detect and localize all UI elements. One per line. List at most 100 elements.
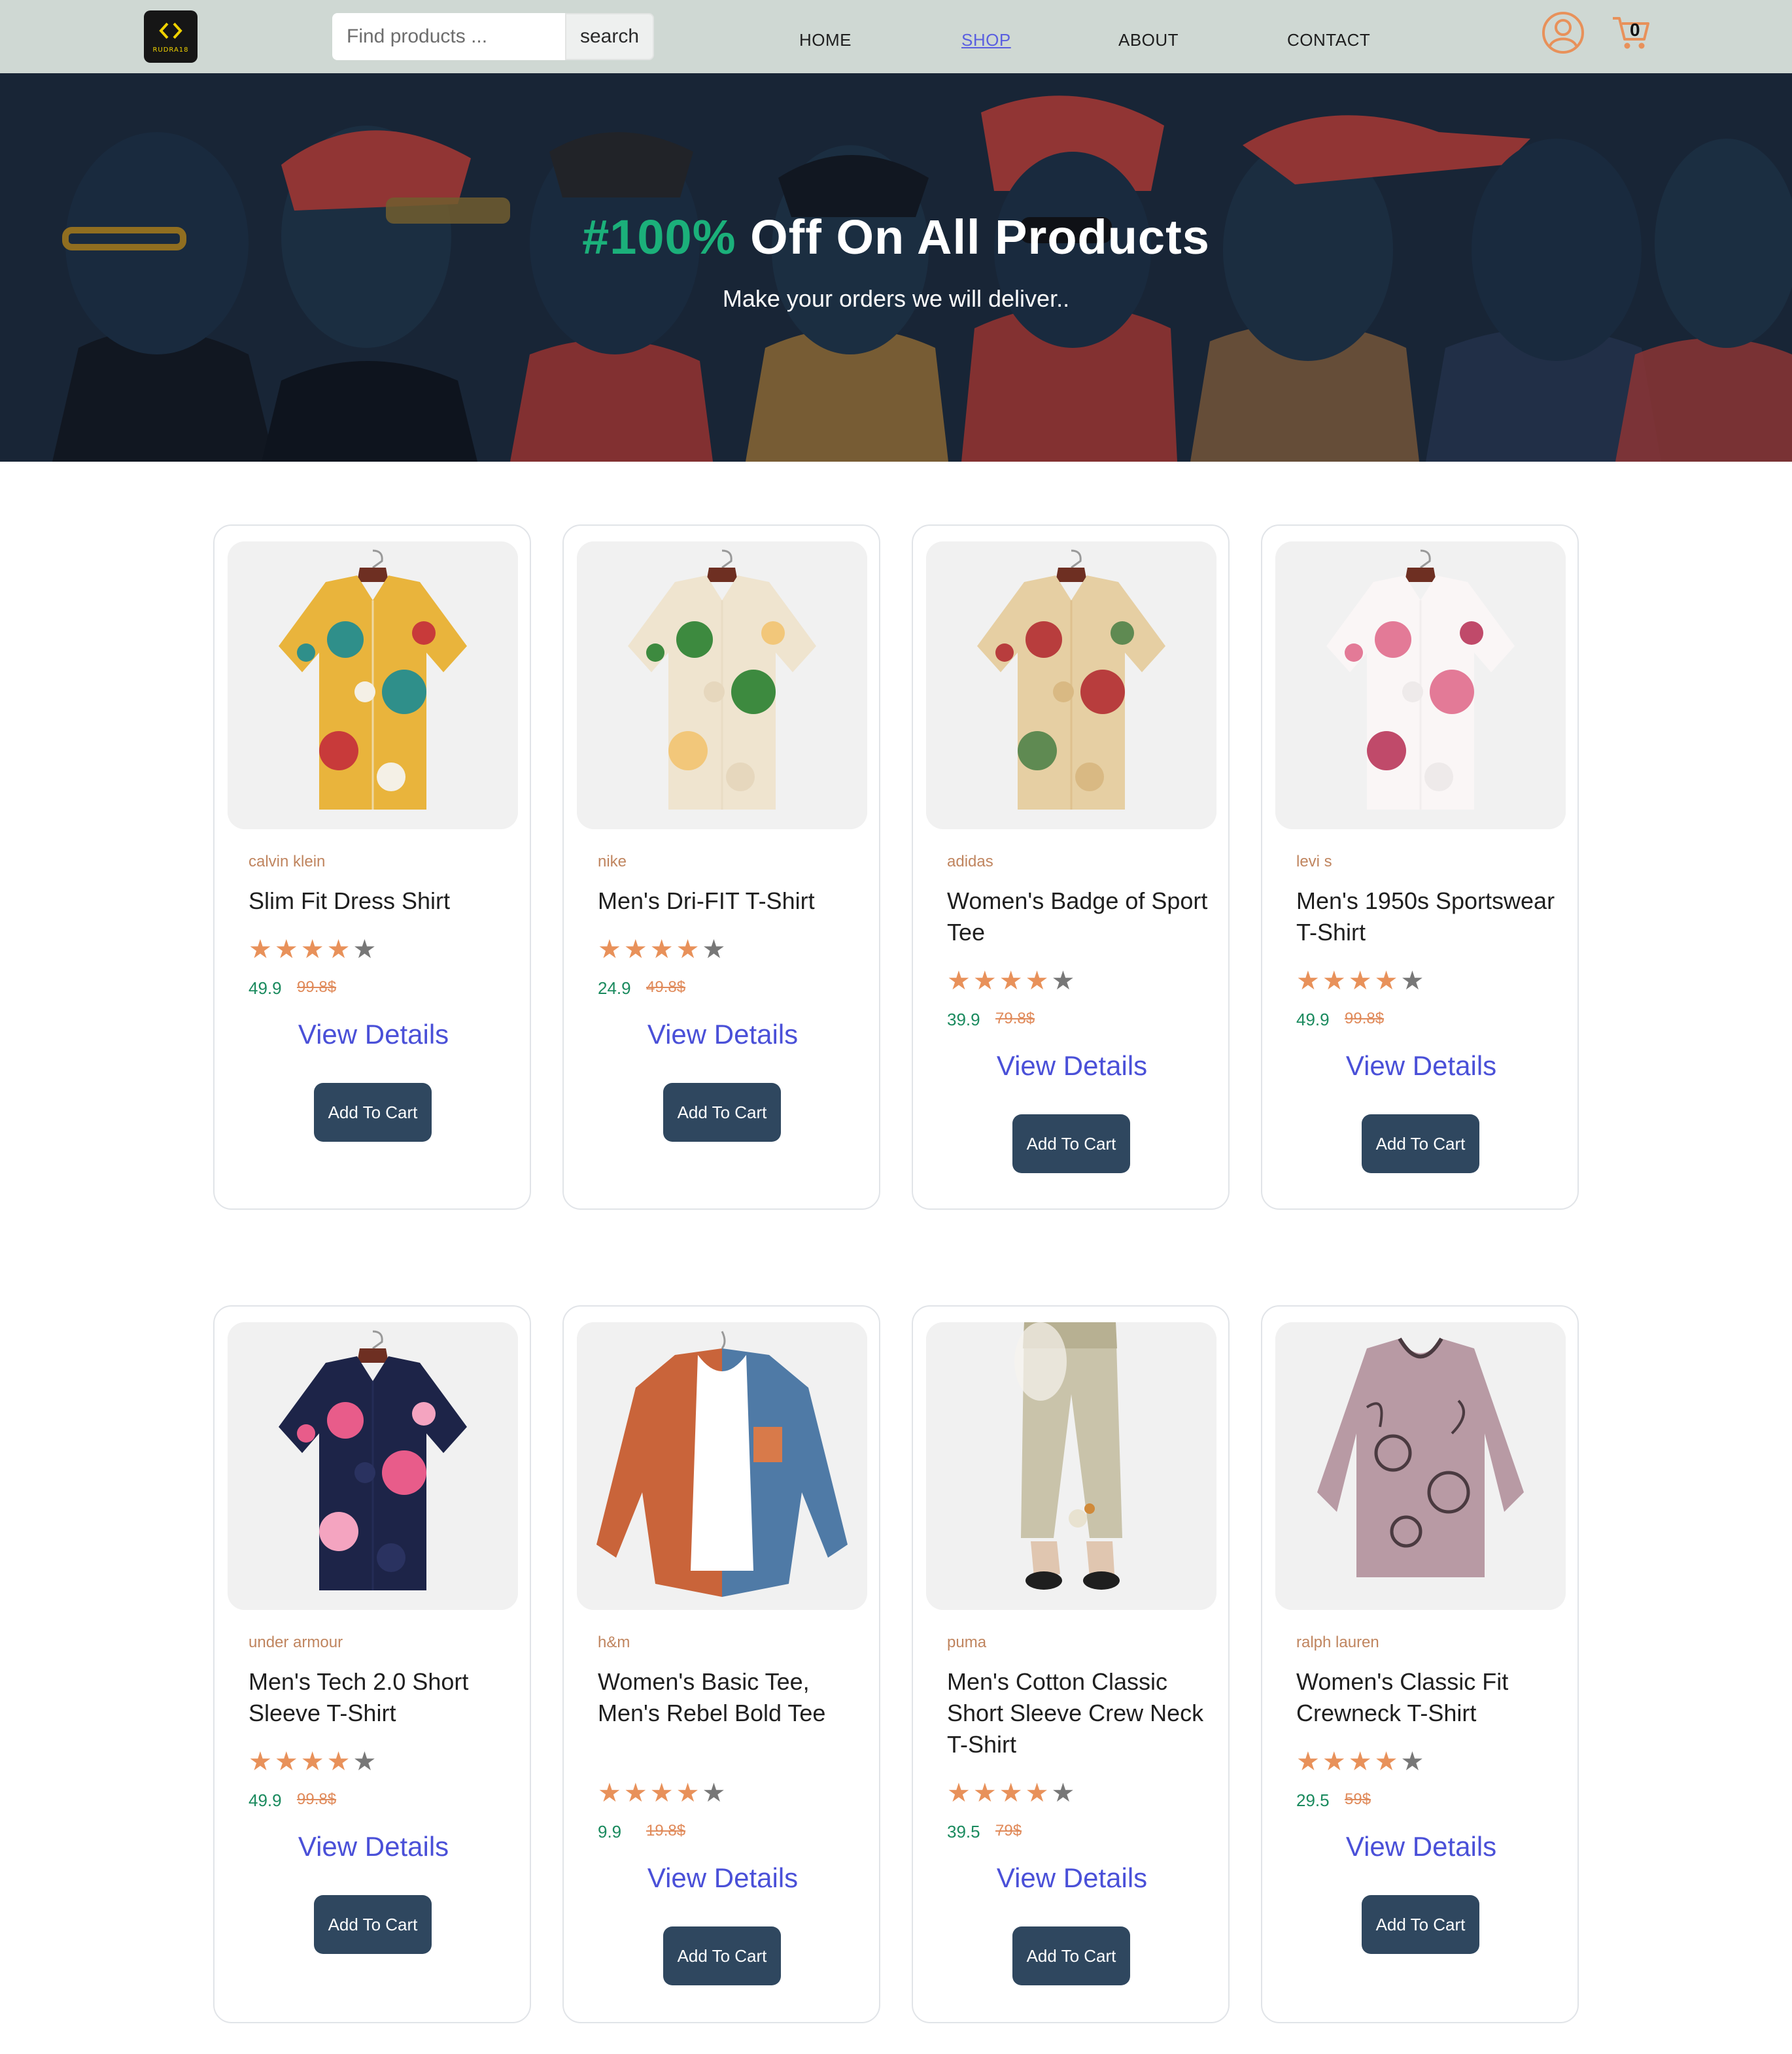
view-details-link[interactable]: View Details bbox=[1262, 1050, 1580, 1082]
rating-star-icon: ★ bbox=[1348, 1747, 1375, 1776]
code-brackets-icon bbox=[159, 22, 182, 39]
rating-star-icon: ★ bbox=[1051, 967, 1078, 995]
view-details-link[interactable]: View Details bbox=[215, 1019, 532, 1050]
product-price: 9.9 bbox=[598, 1822, 622, 1841]
rating-star-icon: ★ bbox=[973, 1779, 999, 1807]
product-rating: ★★★★★ bbox=[947, 968, 1077, 994]
product-image[interactable] bbox=[926, 541, 1216, 829]
rating-star-icon: ★ bbox=[1051, 1779, 1078, 1807]
rating-star-icon: ★ bbox=[598, 1779, 624, 1807]
hero-illustration bbox=[0, 73, 1792, 462]
rating-star-icon: ★ bbox=[649, 1779, 676, 1807]
hero-banner: #100% Off On All Products Make your orde… bbox=[0, 73, 1792, 462]
product-old-price: 79$ bbox=[995, 1822, 1022, 1840]
product-rating: ★★★★★ bbox=[947, 1780, 1077, 1806]
product-card[interactable]: calvin klein Slim Fit Dress Shirt ★★★★★ … bbox=[213, 524, 531, 1210]
view-details-link[interactable]: View Details bbox=[564, 1862, 882, 1894]
rating-star-icon: ★ bbox=[623, 935, 650, 964]
product-price: 39.5 bbox=[947, 1822, 980, 1841]
product-rating: ★★★★★ bbox=[1296, 968, 1426, 994]
rating-star-icon: ★ bbox=[1025, 967, 1052, 995]
view-details-link[interactable]: View Details bbox=[913, 1050, 1231, 1082]
user-account-icon[interactable] bbox=[1541, 10, 1585, 55]
add-to-cart-button[interactable]: Add To Cart bbox=[1012, 1114, 1130, 1173]
add-to-cart-button[interactable]: Add To Cart bbox=[1362, 1895, 1479, 1954]
add-to-cart-button[interactable]: Add To Cart bbox=[1362, 1114, 1479, 1173]
add-to-cart-button[interactable]: Add To Cart bbox=[663, 1083, 781, 1142]
rating-star-icon: ★ bbox=[249, 1747, 275, 1776]
product-image-jacket bbox=[577, 1322, 867, 1610]
product-card[interactable]: puma Men's Cotton Classic Short Sleeve C… bbox=[912, 1305, 1230, 2023]
rating-star-icon: ★ bbox=[676, 935, 702, 964]
product-card[interactable]: h&m Women's Basic Tee, Men's Rebel Bold … bbox=[562, 1305, 880, 2023]
product-card[interactable]: ralph lauren Women's Classic Fit Crewnec… bbox=[1261, 1305, 1579, 2023]
rating-star-icon: ★ bbox=[598, 935, 624, 964]
product-image[interactable] bbox=[228, 1322, 518, 1610]
rating-star-icon: ★ bbox=[1322, 967, 1349, 995]
nav-home[interactable]: HOME bbox=[799, 30, 852, 50]
rating-star-icon: ★ bbox=[353, 1747, 379, 1776]
rating-star-icon: ★ bbox=[1374, 967, 1401, 995]
product-image[interactable] bbox=[1275, 1322, 1566, 1610]
logo-text: RUDRA18 bbox=[152, 46, 189, 54]
product-image-pants bbox=[926, 1322, 1216, 1610]
product-image[interactable] bbox=[577, 1322, 867, 1610]
product-rating: ★★★★★ bbox=[249, 1749, 379, 1775]
product-rating: ★★★★★ bbox=[1296, 1749, 1426, 1775]
search-button[interactable]: search bbox=[565, 13, 654, 60]
product-image[interactable] bbox=[926, 1322, 1216, 1610]
product-rating: ★★★★★ bbox=[249, 936, 379, 963]
rating-star-icon: ★ bbox=[947, 967, 973, 995]
product-brand: adidas bbox=[947, 853, 993, 870]
add-to-cart-button[interactable]: Add To Cart bbox=[314, 1083, 432, 1142]
hero-title: #100% Off On All Products bbox=[0, 209, 1792, 265]
logo[interactable]: RUDRA18 bbox=[144, 10, 198, 63]
search-input[interactable] bbox=[332, 13, 565, 60]
rating-star-icon: ★ bbox=[353, 935, 379, 964]
product-name: Women's Basic Tee, Men's Rebel Bold Tee bbox=[598, 1668, 826, 1726]
product-image-shirt bbox=[926, 541, 1216, 829]
product-name: Women's Badge of Sport Tee bbox=[947, 887, 1208, 946]
cart-count-badge: 0 bbox=[1630, 20, 1640, 40]
product-old-price: 79.8$ bbox=[995, 1010, 1035, 1027]
product-card[interactable]: levi s Men's 1950s Sportswear T-Shirt ★★… bbox=[1261, 524, 1579, 1210]
nav-shop[interactable]: SHOP bbox=[961, 30, 1011, 50]
product-old-price: 49.8$ bbox=[646, 978, 686, 996]
view-details-link[interactable]: View Details bbox=[913, 1862, 1231, 1894]
product-brand: puma bbox=[947, 1634, 987, 1651]
product-old-price: 99.8$ bbox=[297, 1790, 337, 1808]
product-name: Men's Cotton Classic Short Sleeve Crew N… bbox=[947, 1668, 1204, 1758]
add-to-cart-button[interactable]: Add To Cart bbox=[314, 1895, 432, 1954]
product-image-shirt bbox=[1275, 541, 1566, 829]
rating-star-icon: ★ bbox=[300, 935, 327, 964]
nav-about[interactable]: ABOUT bbox=[1118, 30, 1179, 50]
rating-star-icon: ★ bbox=[1374, 1747, 1401, 1776]
product-price: 29.5 bbox=[1296, 1790, 1330, 1810]
rating-star-icon: ★ bbox=[326, 1747, 353, 1776]
product-price: 49.9 bbox=[1296, 1010, 1330, 1029]
product-brand: h&m bbox=[598, 1634, 630, 1651]
rating-star-icon: ★ bbox=[623, 1779, 650, 1807]
product-image[interactable] bbox=[228, 541, 518, 829]
rating-star-icon: ★ bbox=[702, 1779, 729, 1807]
rating-star-icon: ★ bbox=[1025, 1779, 1052, 1807]
add-to-cart-button[interactable]: Add To Cart bbox=[1012, 1926, 1130, 1985]
rating-star-icon: ★ bbox=[999, 1779, 1025, 1807]
view-details-link[interactable]: View Details bbox=[215, 1831, 532, 1862]
product-card[interactable]: nike Men's Dri-FIT T-Shirt ★★★★★ 24.9 49… bbox=[562, 524, 880, 1210]
nav-contact[interactable]: CONTACT bbox=[1287, 30, 1370, 50]
product-brand: ralph lauren bbox=[1296, 1634, 1379, 1651]
view-details-link[interactable]: View Details bbox=[564, 1019, 882, 1050]
product-name: Men's Tech 2.0 Short Sleeve T-Shirt bbox=[249, 1668, 469, 1726]
rating-star-icon: ★ bbox=[1400, 1747, 1427, 1776]
product-image[interactable] bbox=[577, 541, 867, 829]
product-name: Women's Classic Fit Crewneck T-Shirt bbox=[1296, 1668, 1509, 1726]
add-to-cart-button[interactable]: Add To Cart bbox=[663, 1926, 781, 1985]
product-old-price: 99.8$ bbox=[297, 978, 337, 996]
product-image[interactable] bbox=[1275, 541, 1566, 829]
product-card[interactable]: under armour Men's Tech 2.0 Short Sleeve… bbox=[213, 1305, 531, 2023]
rating-star-icon: ★ bbox=[999, 967, 1025, 995]
view-details-link[interactable]: View Details bbox=[1262, 1831, 1580, 1862]
product-card[interactable]: adidas Women's Badge of Sport Tee ★★★★★ … bbox=[912, 524, 1230, 1210]
product-price: 39.9 bbox=[947, 1010, 980, 1029]
